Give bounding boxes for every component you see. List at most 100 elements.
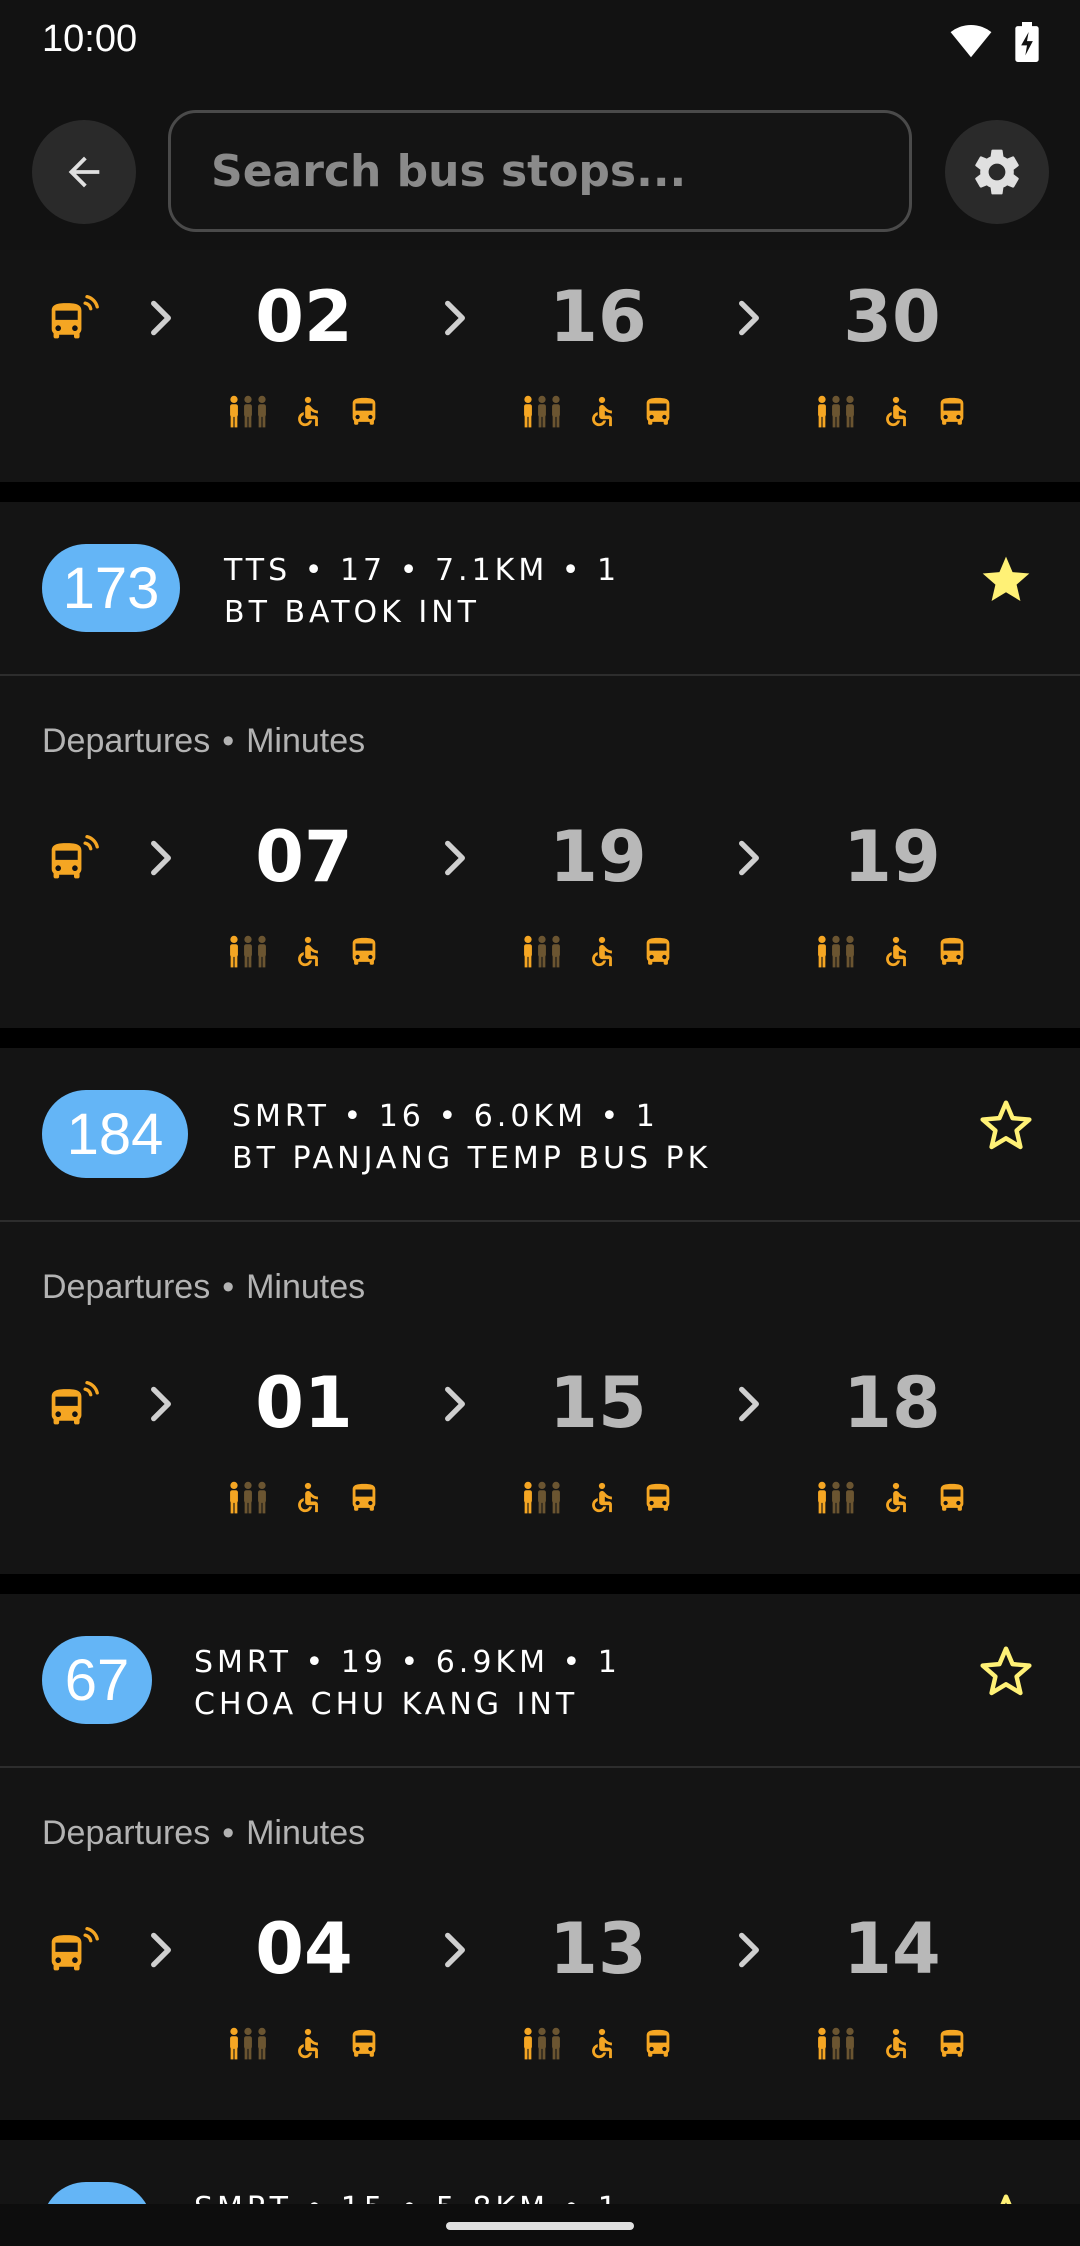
bus-features bbox=[508, 392, 688, 432]
chevron-right-icon bbox=[440, 1382, 470, 1426]
separator-dot: • bbox=[399, 553, 422, 588]
gear-icon bbox=[975, 149, 1019, 195]
arrivals-row: 01 15 18 bbox=[0, 1366, 1080, 1548]
stop-count: 17 bbox=[339, 553, 387, 588]
service-header[interactable]: 184 SMRT • 16 • 6.0KM • 1 BT PANJANG TEM… bbox=[0, 1048, 1080, 1220]
minutes-text: Minutes bbox=[246, 1268, 366, 1306]
distance: 7.1KM bbox=[434, 553, 549, 588]
departures-label: Departures • Minutes bbox=[42, 1814, 365, 1853]
service-card[interactable]: 173 TTS • 17 • 7.1KM • 1 BT BATOK INT De… bbox=[0, 502, 1080, 1028]
search-field[interactable] bbox=[168, 110, 912, 232]
wheelchair-icon bbox=[585, 935, 619, 969]
arrivals-row: 04 13 14 bbox=[0, 1912, 1080, 2094]
bus-features bbox=[214, 2024, 394, 2064]
settings-button[interactable] bbox=[945, 120, 1049, 224]
divider bbox=[0, 674, 1080, 676]
service-card-partial-top[interactable]: 02 16 30 bbox=[0, 250, 1080, 482]
operator: TTS bbox=[224, 553, 292, 588]
back-button[interactable] bbox=[32, 120, 136, 224]
star-filled-icon[interactable] bbox=[978, 552, 1034, 608]
chevron-right-icon bbox=[146, 1382, 176, 1426]
separator-dot: • bbox=[563, 2191, 585, 2204]
chevron-right-icon bbox=[734, 1382, 764, 1426]
wheelchair-icon bbox=[585, 395, 619, 429]
chevron-right-icon bbox=[734, 296, 764, 340]
separator-dot: • bbox=[400, 1645, 423, 1680]
route-info-line: SMRT • 16 • 6.0KM • 1 bbox=[232, 1096, 711, 1138]
route-number-badge: 67 bbox=[42, 1636, 152, 1724]
separator-dot: • bbox=[600, 1099, 623, 1134]
separator-dot: • bbox=[400, 2191, 422, 2204]
bus-features bbox=[508, 1478, 688, 1518]
wheelchair-icon bbox=[291, 395, 325, 429]
chevron-right-icon bbox=[440, 296, 470, 340]
battery-charging-icon bbox=[1015, 22, 1039, 62]
separator-dot: • bbox=[343, 1099, 366, 1134]
wifi-icon bbox=[950, 25, 992, 58]
single-deck-bus-icon bbox=[641, 2027, 675, 2061]
wheelchair-icon bbox=[879, 1481, 913, 1515]
search-input[interactable] bbox=[171, 113, 909, 229]
arrivals-row: 07 19 19 bbox=[0, 820, 1080, 1002]
service-card-partial-bottom[interactable]: SMRT • 15 • 5.8KM • 1 bbox=[0, 2140, 1080, 2204]
star-outline-icon[interactable] bbox=[978, 1098, 1034, 1154]
departures-text: Departures bbox=[42, 1814, 211, 1852]
eta-time: 15 bbox=[549, 1362, 647, 1444]
bus-features bbox=[802, 1478, 982, 1518]
separator-dot: • bbox=[562, 1645, 585, 1680]
eta-time: 04 bbox=[255, 1908, 353, 1990]
operator: SMRT bbox=[194, 1645, 292, 1680]
wheelchair-icon bbox=[879, 935, 913, 969]
wheelchair-icon bbox=[879, 395, 913, 429]
bus-features bbox=[508, 932, 688, 972]
single-deck-bus-icon bbox=[935, 1481, 969, 1515]
bus-features bbox=[508, 2024, 688, 2064]
chevron-right-icon bbox=[734, 836, 764, 880]
route-number-badge: 184 bbox=[42, 1090, 188, 1178]
separator-dot: • bbox=[222, 722, 235, 760]
eta-time: 14 bbox=[843, 1908, 941, 1990]
minutes-text: Minutes bbox=[246, 1814, 366, 1852]
separator-dot: • bbox=[561, 553, 584, 588]
home-gesture-handle[interactable] bbox=[446, 2222, 634, 2230]
card-separator bbox=[0, 1028, 1080, 1048]
chevron-right-icon bbox=[146, 296, 176, 340]
service-card[interactable]: 67 SMRT • 19 • 6.9KM • 1 CHOA CHU KANG I… bbox=[0, 1594, 1080, 2120]
direction: 1 bbox=[635, 1099, 659, 1134]
single-deck-bus-icon bbox=[935, 2027, 969, 2061]
standing-passengers-icon bbox=[227, 395, 269, 429]
stop-count: 15 bbox=[341, 2191, 387, 2204]
separator-dot: • bbox=[305, 1645, 328, 1680]
standing-passengers-icon bbox=[521, 2027, 563, 2061]
star-outline-icon[interactable] bbox=[978, 2192, 1034, 2204]
bus-features bbox=[802, 392, 982, 432]
star-outline-icon[interactable] bbox=[978, 1644, 1034, 1700]
eta-time: 07 bbox=[255, 816, 353, 898]
service-header[interactable]: 173 TTS • 17 • 7.1KM • 1 BT BATOK INT bbox=[0, 502, 1080, 674]
standing-passengers-icon bbox=[815, 935, 857, 969]
stop-count: 19 bbox=[340, 1645, 387, 1680]
single-deck-bus-icon bbox=[347, 2027, 381, 2061]
route-info-line: SMRT • 15 • 5.8KM • 1 bbox=[194, 2188, 621, 2204]
direction: 1 bbox=[598, 2191, 621, 2204]
distance: 5.8KM bbox=[436, 2191, 549, 2204]
chevron-right-icon bbox=[440, 836, 470, 880]
top-bar bbox=[0, 90, 1080, 250]
wheelchair-icon bbox=[291, 935, 325, 969]
wheelchair-icon bbox=[291, 1481, 325, 1515]
eta-time: 19 bbox=[843, 816, 941, 898]
separator-dot: • bbox=[438, 1099, 461, 1134]
status-bar: 10:00 bbox=[0, 0, 1080, 90]
separator-dot: • bbox=[222, 1814, 235, 1852]
bus-live-icon bbox=[48, 292, 100, 344]
route-meta: TTS • 17 • 7.1KM • 1 BT BATOK INT bbox=[224, 550, 620, 634]
standing-passengers-icon bbox=[521, 1481, 563, 1515]
wheelchair-icon bbox=[585, 1481, 619, 1515]
standing-passengers-icon bbox=[815, 1481, 857, 1515]
bus-features bbox=[214, 1478, 394, 1518]
card-separator bbox=[0, 1574, 1080, 1594]
service-header[interactable]: 67 SMRT • 19 • 6.9KM • 1 CHOA CHU KANG I… bbox=[0, 1594, 1080, 1766]
eta-time: 13 bbox=[549, 1908, 647, 1990]
service-card[interactable]: 184 SMRT • 16 • 6.0KM • 1 BT PANJANG TEM… bbox=[0, 1048, 1080, 1574]
chevron-right-icon bbox=[734, 1928, 764, 1972]
